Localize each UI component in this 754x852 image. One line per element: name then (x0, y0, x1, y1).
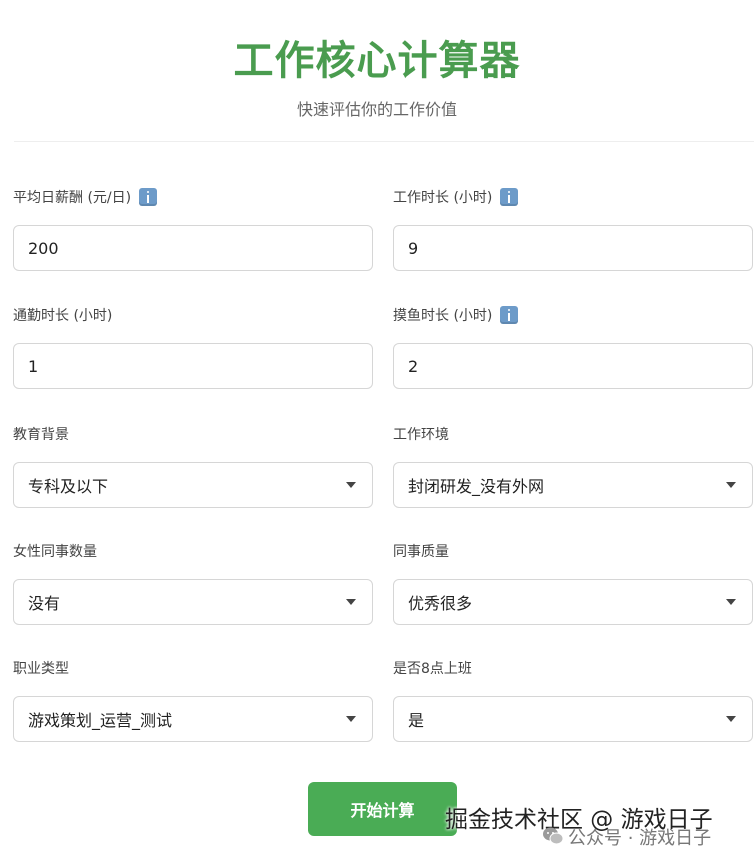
info-icon[interactable] (500, 188, 519, 206)
slack-hours-value: 2 (408, 356, 419, 376)
daily-salary-field: 平均日薪酬 (元/日) 200 (13, 186, 373, 271)
daily-salary-value: 200 (28, 238, 59, 258)
work-hours-label: 工作时长 (小时) (393, 190, 493, 206)
watermark-subtext: 公众号 · 游戏日子 (568, 828, 712, 849)
work-environment-label: 工作环境 (393, 427, 449, 443)
colleague-quality-field: 同事质量 优秀很多 (393, 540, 753, 625)
education-select[interactable]: 专科及以下 (13, 462, 373, 508)
page-title: 工作核心计算器 (233, 38, 521, 84)
work-hours-field: 工作时长 (小时) 9 (393, 186, 753, 271)
commute-hours-input[interactable]: 1 (13, 343, 373, 389)
work-environment-field: 工作环境 封闭研发_没有外网 (393, 423, 753, 508)
work-environment-selected: 封闭研发_没有外网 (408, 477, 545, 496)
education-field: 教育背景 专科及以下 (13, 423, 373, 508)
wechat-icon (543, 827, 564, 845)
daily-salary-input[interactable]: 200 (13, 225, 373, 271)
chevron-down-icon (726, 599, 736, 605)
colleague-quality-selected: 优秀很多 (408, 594, 473, 613)
chevron-down-icon (346, 599, 356, 605)
chevron-down-icon (726, 716, 736, 722)
chevron-down-icon (346, 716, 356, 722)
calculate-button[interactable]: 开始计算 (308, 782, 457, 836)
start-at-8-field: 是否8点上班 是 (393, 657, 753, 742)
info-icon[interactable] (500, 306, 519, 324)
daily-salary-label: 平均日薪酬 (元/日) (13, 190, 132, 206)
info-icon[interactable] (139, 188, 158, 206)
slack-hours-field: 摸鱼时长 (小时) 2 (393, 304, 753, 389)
commute-hours-value: 1 (28, 356, 39, 376)
work-hours-input[interactable]: 9 (393, 225, 753, 271)
colleague-quality-label: 同事质量 (393, 544, 449, 560)
female-colleagues-field: 女性同事数量 没有 (13, 540, 373, 625)
header-divider (14, 141, 754, 142)
work-environment-select[interactable]: 封闭研发_没有外网 (393, 462, 753, 508)
education-selected: 专科及以下 (28, 477, 109, 496)
work-hours-value: 9 (408, 238, 419, 258)
job-type-select[interactable]: 游戏策划_运营_测试 (13, 696, 373, 742)
slack-hours-input[interactable]: 2 (393, 343, 753, 389)
commute-hours-field: 通勤时长 (小时) 1 (13, 304, 373, 389)
female-colleagues-select[interactable]: 没有 (13, 579, 373, 625)
job-type-selected: 游戏策划_运营_测试 (28, 711, 173, 730)
commute-hours-label: 通勤时长 (小时) (13, 308, 113, 324)
colleague-quality-select[interactable]: 优秀很多 (393, 579, 753, 625)
start-at-8-label: 是否8点上班 (393, 661, 472, 677)
start-at-8-selected: 是 (408, 711, 425, 730)
education-label: 教育背景 (13, 427, 69, 443)
page-subtitle: 快速评估你的工作价值 (296, 100, 457, 119)
female-colleagues-selected: 没有 (28, 594, 61, 613)
chevron-down-icon (346, 482, 356, 488)
job-type-label: 职业类型 (13, 661, 69, 677)
female-colleagues-label: 女性同事数量 (13, 544, 97, 560)
job-type-field: 职业类型 游戏策划_运营_测试 (13, 657, 373, 742)
slack-hours-label: 摸鱼时长 (小时) (393, 308, 493, 324)
chevron-down-icon (726, 482, 736, 488)
start-at-8-select[interactable]: 是 (393, 696, 753, 742)
